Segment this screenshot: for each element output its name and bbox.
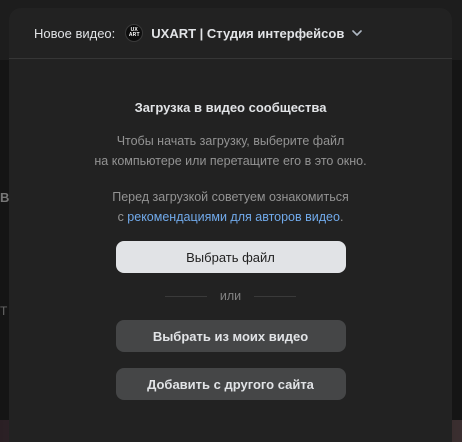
header-label: Новое видео:: [34, 25, 116, 41]
avatar-text-line2: ART: [128, 32, 140, 38]
add-from-other-site-button[interactable]: Добавить с другого сайта: [115, 368, 346, 400]
modal-body: Загрузка в видео сообщества Чтобы начать…: [9, 100, 452, 400]
upload-advice: Перед загрузкой советуем ознакомиться с …: [9, 187, 452, 227]
choose-file-button[interactable]: Выбрать файл: [115, 241, 346, 273]
background-text-fragment: Т: [0, 304, 8, 318]
community-avatar[interactable]: UX ART: [125, 24, 144, 42]
divider-line-right: [254, 295, 297, 297]
background-text-fragment: В: [0, 190, 10, 205]
upload-description-line: Чтобы начать загрузку, выберите файл: [116, 134, 345, 148]
advice-suffix: .: [339, 210, 344, 224]
community-name[interactable]: UXART | Студия интерфейсов: [151, 26, 344, 41]
divider-line-left: [164, 295, 207, 297]
upload-title: Загрузка в видео сообщества: [134, 100, 327, 115]
advice-prefix: с: [117, 210, 128, 224]
choose-from-my-videos-button[interactable]: Выбрать из моих видео: [115, 320, 346, 352]
modal-header: Новое видео: UX ART UXART | Студия интер…: [9, 8, 452, 59]
or-divider: или: [9, 288, 452, 304]
upload-description: Чтобы начать загрузку, выберите файл на …: [9, 131, 452, 171]
upload-advice-line: с рекомендациями для авторов видео.: [9, 207, 452, 227]
upload-video-modal: Новое видео: UX ART UXART | Студия интер…: [9, 8, 452, 442]
chevron-down-icon[interactable]: [350, 26, 364, 40]
or-label: или: [219, 289, 242, 303]
upload-description-line: на компьютере или перетащите его в это о…: [94, 154, 367, 168]
upload-advice-line: Перед загрузкой советуем ознакомиться: [112, 190, 349, 204]
author-guidelines-link[interactable]: рекомендациями для авторов видео: [127, 210, 340, 224]
